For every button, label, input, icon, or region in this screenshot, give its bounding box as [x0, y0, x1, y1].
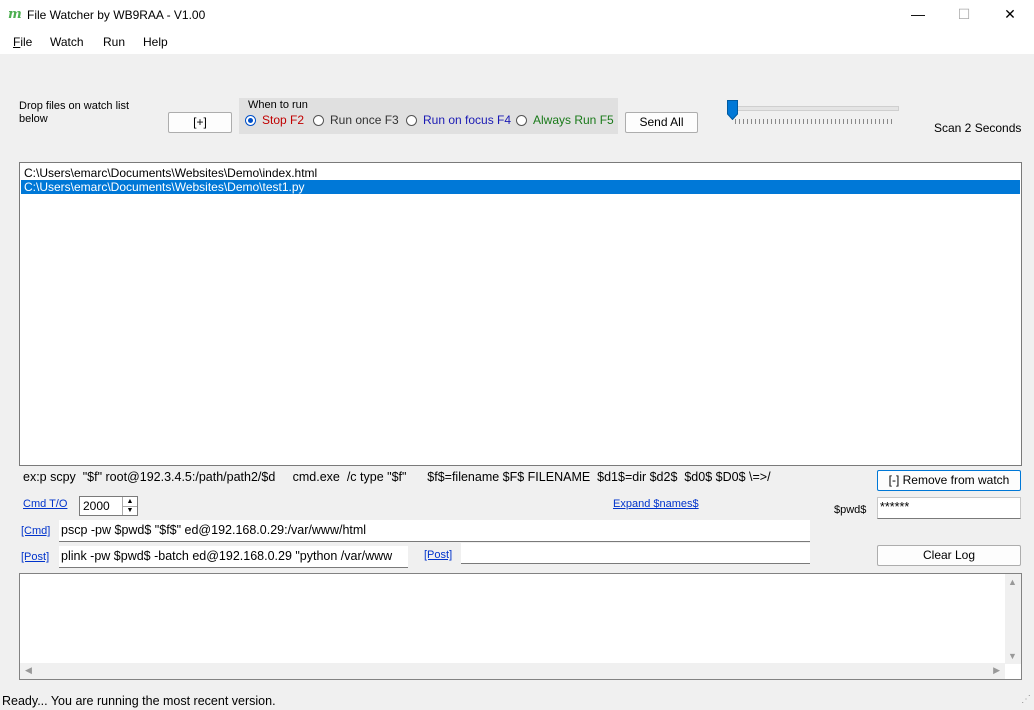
radio-always-run-label: Always Run F5	[533, 113, 614, 127]
scan-slider-ticks	[735, 119, 895, 124]
radio-run-on-focus-label: Run on focus F4	[423, 113, 512, 127]
stepper-down-icon[interactable]: ▼	[122, 506, 137, 515]
radio-run-once-label: Run once F3	[330, 113, 399, 127]
status-bar: Ready... You are running the most recent…	[0, 690, 1034, 710]
add-file-button[interactable]: [+]	[168, 112, 232, 133]
radio-button-icon	[516, 114, 527, 126]
cmd-link[interactable]: [Cmd]	[21, 525, 50, 537]
cmd-timeout-link[interactable]: Cmd T/O	[23, 498, 67, 510]
cmd-field[interactable]: pscp -pw $pwd$ "$f$" ed@192.168.0.29:/va…	[59, 520, 810, 542]
list-item[interactable]: C:\Users\emarc\Documents\Websites\Demo\t…	[21, 180, 1020, 194]
drop-files-label: Drop files on watch list below	[19, 100, 130, 125]
radio-always-run[interactable]: Always Run F5	[516, 113, 614, 127]
radio-button-icon	[245, 114, 256, 126]
menu-file-label: ile	[20, 35, 33, 49]
resize-grip-icon[interactable]: ⋰	[1021, 694, 1031, 705]
radio-run-once[interactable]: Run once F3	[313, 113, 399, 127]
menu-help[interactable]: Help	[143, 35, 168, 49]
status-text: Ready... You are running the most recent…	[2, 694, 276, 708]
minimize-button[interactable]: —	[895, 0, 941, 30]
placeholder-help-text: ex:p scpy "$f" root@192.3.4.5:/path/path…	[23, 470, 771, 484]
scan-slider-thumb[interactable]	[727, 100, 738, 120]
log-text	[20, 574, 1021, 580]
window-title: File Watcher by WB9RAA - V1.00	[27, 8, 206, 22]
scroll-right-icon[interactable]: ▶	[993, 665, 1000, 676]
radio-button-icon	[313, 114, 324, 126]
expand-names-link[interactable]: Expand $names$	[613, 498, 699, 510]
scan-slider-track[interactable]	[731, 106, 899, 111]
post-field[interactable]: plink -pw $pwd$ -batch ed@192.168.0.29 "…	[59, 546, 408, 568]
list-item[interactable]: C:\Users\emarc\Documents\Websites\Demo\i…	[21, 166, 1020, 180]
post-field-2[interactable]	[461, 543, 810, 564]
menu-file[interactable]: File	[13, 35, 32, 49]
cmd-timeout-value: 2000	[83, 499, 110, 513]
vertical-scrollbar[interactable]: ▲ ▼	[1005, 574, 1021, 664]
radio-stop-label: Stop F2	[262, 113, 305, 127]
scroll-left-icon[interactable]: ◀	[25, 665, 32, 676]
password-field[interactable]: ******	[877, 497, 1021, 519]
log-output[interactable]: ▲ ▼ ◀ ▶	[19, 573, 1022, 680]
horizontal-scrollbar[interactable]: ◀ ▶	[20, 663, 1005, 679]
cmd-timeout-stepper[interactable]: 2000 ▲ ▼	[79, 496, 138, 516]
menu-watch[interactable]: Watch	[50, 35, 84, 49]
radio-run-on-focus[interactable]: Run on focus F4	[406, 113, 511, 127]
post-link[interactable]: [Post]	[21, 551, 49, 563]
radio-stop[interactable]: Stop F2	[245, 113, 304, 127]
when-to-run-title: When to run	[248, 99, 308, 111]
radio-button-icon	[406, 114, 417, 126]
watch-list[interactable]: C:\Users\emarc\Documents\Websites\Demo\i…	[19, 162, 1022, 466]
post-link-2[interactable]: [Post]	[424, 549, 452, 561]
remove-from-watch-button[interactable]: [-] Remove from watch	[877, 470, 1021, 491]
scroll-down-icon[interactable]: ▼	[1008, 651, 1017, 661]
scan-interval-label: Scan 2 Seconds	[934, 121, 1022, 135]
close-button[interactable]: ✕	[987, 0, 1033, 30]
send-all-button[interactable]: Send All	[625, 112, 698, 133]
clear-log-button[interactable]: Clear Log	[877, 545, 1021, 566]
scroll-up-icon[interactable]: ▲	[1008, 577, 1017, 587]
maximize-button[interactable]: ☐	[941, 0, 987, 30]
app-logo-icon: m	[8, 7, 22, 22]
menu-run[interactable]: Run	[103, 35, 125, 49]
pwd-label: $pwd$	[834, 504, 867, 516]
